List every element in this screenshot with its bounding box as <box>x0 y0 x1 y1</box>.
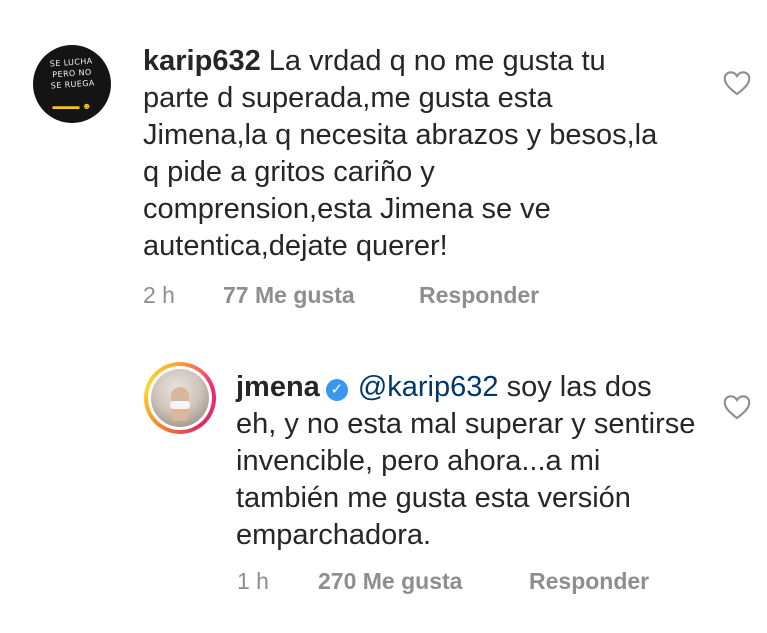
comment-likes[interactable]: 77 Me gusta <box>223 282 355 309</box>
comment-text-block: jmena ✓ @karip632 soy las dos eh, y no est… <box>236 369 696 554</box>
heart-outline-icon[interactable] <box>723 394 751 420</box>
comment-likes[interactable]: 270 Me gusta <box>318 568 462 595</box>
story-ring[interactable] <box>144 362 216 434</box>
comment-time: 1 h <box>237 568 269 594</box>
comment-text-block: karip632 La vrdad q no me gusta tu parte … <box>143 43 663 265</box>
comment-body: La vrdad q no me gusta tu parte d supera… <box>143 45 658 262</box>
emoji-icon: ▬▬▬ ☻ <box>52 101 92 111</box>
comment-username[interactable]: jmena <box>236 371 320 403</box>
reply-button[interactable]: Responder <box>529 568 649 595</box>
avatar <box>151 369 209 427</box>
comment-username[interactable]: karip632 <box>143 45 261 77</box>
verified-badge-icon: ✓ <box>325 379 348 401</box>
avatar[interactable]: SE LUCHA PERO NO SE RUEGA ▬▬▬ ☻ <box>33 45 111 123</box>
heart-outline-icon[interactable] <box>723 70 751 96</box>
avatar-badge-text: SE LUCHA PERO NO SE RUEGA <box>49 56 96 91</box>
mention-link[interactable]: @karip632 <box>358 371 499 403</box>
comment-time: 2 h <box>143 282 175 308</box>
reply-button[interactable]: Responder <box>419 282 539 309</box>
